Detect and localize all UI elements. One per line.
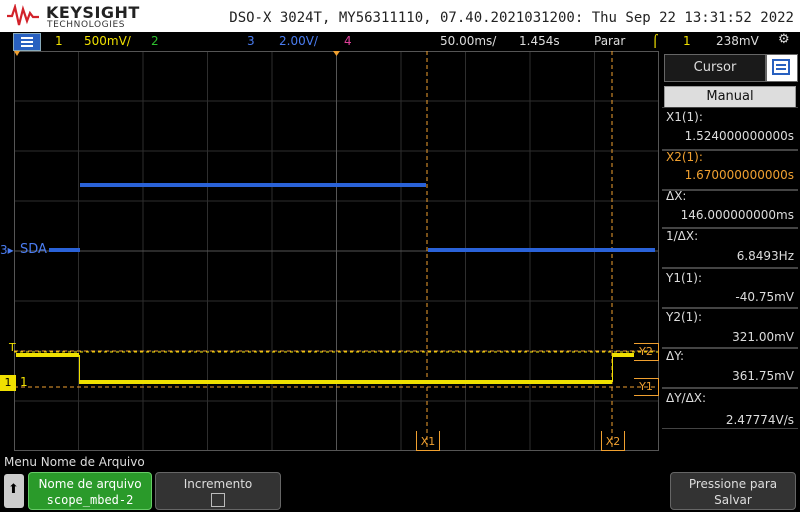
y2-label: Y2(1): [666,310,703,324]
inv-dx-label: 1/ΔX: [666,229,699,243]
filename-value: scope_mbed-2 [46,493,134,507]
ch1-ground-marker[interactable]: 1 [0,375,16,391]
cursor-x2-marker[interactable]: X2 [601,431,625,451]
tab-cursor[interactable]: Cursor [664,54,766,82]
cursor-y2-marker[interactable]: Y2 [634,343,659,361]
keysight-wave-icon [7,4,39,26]
increment-checkbox-icon [156,493,280,510]
ch1-number[interactable]: 1 [55,34,63,48]
ch2-number[interactable]: 2 [151,34,159,48]
main-menu-button[interactable] [13,33,41,51]
cursor-x1-marker[interactable]: X1 [416,431,440,451]
trigger-edge-icon: ⌠ [652,34,659,48]
ch4-number[interactable]: 4 [344,34,352,48]
inv-dx-value: 6.8493Hz [736,249,794,263]
softkey-menu-title: Menu Nome de Arquivo [4,455,145,469]
settings-gear-icon[interactable]: ⚙ [778,32,790,47]
timebase[interactable]: 50.00ms/ [440,34,496,48]
up-arrow-icon: ⬆ [8,482,19,497]
save-softkey[interactable]: Pressione para Salvar [670,472,796,510]
status-bar: 1 500mV/ 2 3 2.00V/ 4 50.00ms/ 1.454s Pa… [0,32,800,51]
y1-value: -40.75mV [735,290,794,304]
x2-label: X2(1): [666,150,703,164]
keysight-logo: KEYSIGHT TECHNOLOGIES [6,2,139,30]
increment-label: Incremento [183,477,253,491]
trigger-level[interactable]: 238mV [716,34,759,48]
trigger-level-marker[interactable]: T [9,341,16,354]
title-bar: KEYSIGHT TECHNOLOGIES DSO-X 3024T, MY563… [0,0,800,32]
ch3-ground-marker[interactable]: 3▸ [0,243,14,257]
y1-label: Y1(1): [666,271,703,285]
filename-softkey[interactable]: Nome de arquivo scope_mbed-2 [28,472,152,510]
save-label-line2: Salvar [714,493,752,507]
dydx-label: ΔY/ΔX: [666,391,707,405]
delay[interactable]: 1.454s [519,34,560,48]
x2-value: 1.670000000000s [684,168,794,182]
x1-value: 1.524000000000s [684,129,794,143]
run-state[interactable]: Parar [594,34,625,48]
cursor-mode-button[interactable]: Manual [664,86,796,108]
dydx-value: 2.47774V/s [725,413,794,427]
brand-subtitle: TECHNOLOGIES [47,20,126,30]
cursor-y1-marker[interactable]: Y1 [634,378,659,396]
y2-value: 321.00mV [732,330,794,344]
waveform-display[interactable] [14,51,659,451]
filename-label: Nome de arquivo [38,477,142,491]
ch1-label: 1 [20,375,28,389]
increment-softkey[interactable]: Incremento [155,472,281,510]
sidebar-menu-icon[interactable] [766,54,798,82]
ch3-scale[interactable]: 2.00V/ [279,34,318,48]
instrument-title: DSO-X 3024T, MY56311110, 07.40.202103120… [229,10,794,26]
ch3-number[interactable]: 3 [247,34,255,48]
dx-label: ΔX: [666,189,687,203]
ch1-scale[interactable]: 500mV/ [84,34,131,48]
menu-up-button[interactable]: ⬆ [4,474,24,508]
x1-label: X1(1): [666,110,703,124]
sda-label: SDA [20,242,47,257]
dx-value: 146.000000000ms [680,208,794,222]
dy-label: ΔY: [666,349,684,363]
trigger-channel[interactable]: 1 [683,34,691,48]
save-label-line1: Pressione para [688,477,778,491]
dy-value: 361.75mV [732,369,794,383]
